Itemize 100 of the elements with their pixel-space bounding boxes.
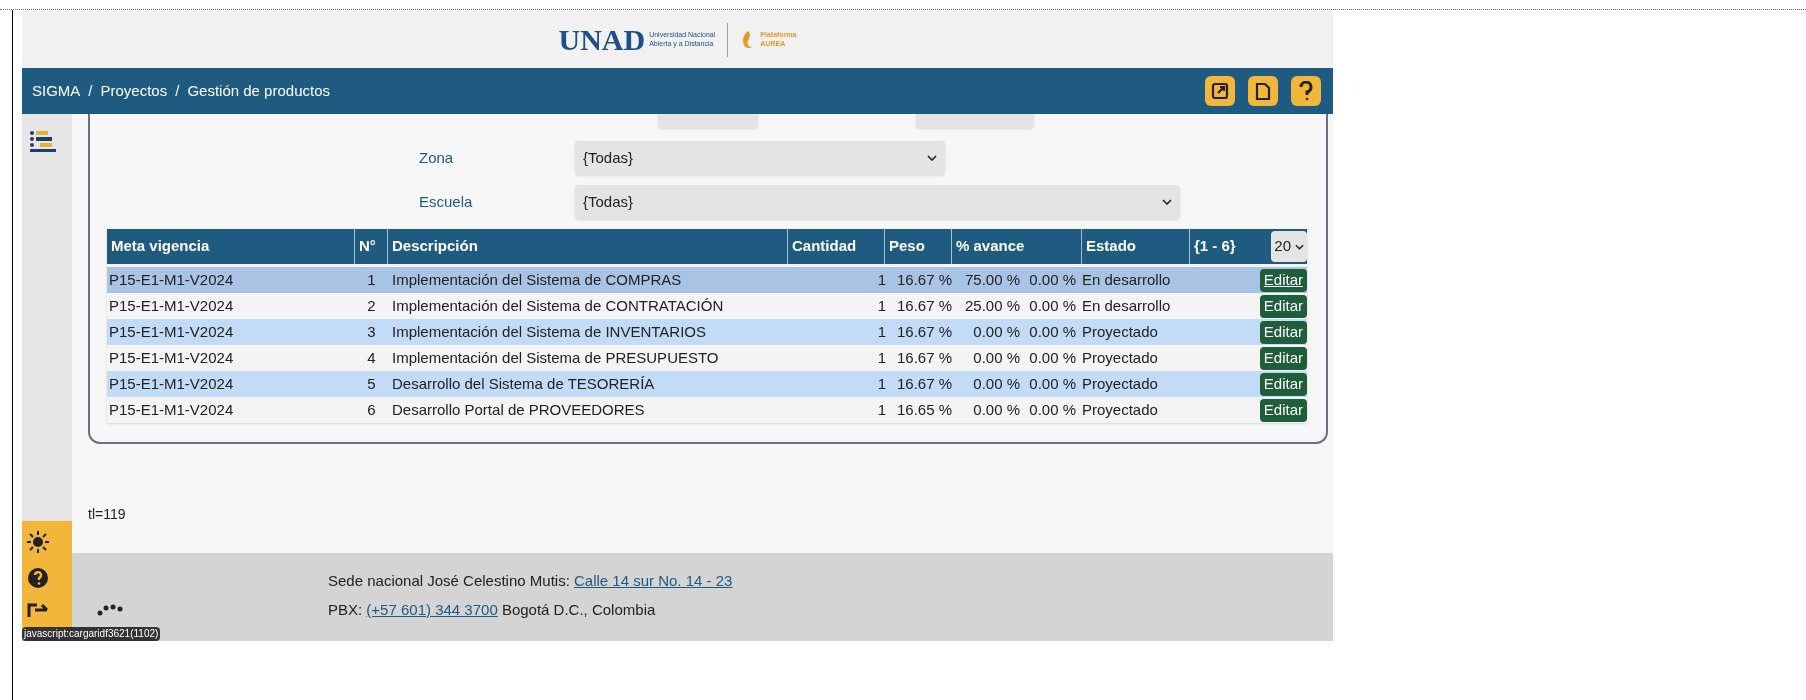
table-cell-text: Implementación del Sistema de COMPRAS <box>391 269 683 290</box>
table-cell-text: 0.00 % <box>1028 269 1076 290</box>
column-header: Cantidad <box>788 229 885 264</box>
select-field[interactable]: {Todas} <box>575 141 945 175</box>
table-cell-text: 16.65 % <box>895 399 952 420</box>
column-header: Estado <box>1082 229 1190 264</box>
column-header: Descripción <box>388 229 788 264</box>
table-cell-text: Proyectado <box>1081 321 1159 342</box>
filter-label: Zona <box>418 147 455 168</box>
table-cell-text: Desarrollo Portal de PROVEEDORES <box>391 399 646 420</box>
select-field[interactable]: {Todas} <box>575 185 1180 219</box>
footer-link[interactable]: (+57 601) 344 3700 <box>366 600 498 618</box>
table-cell-text: P15-E1-M1-V2024 <box>108 295 235 316</box>
edit-button[interactable]: Editar <box>1259 346 1307 370</box>
column-header: % avance <box>952 229 1082 264</box>
edit-button[interactable]: Editar <box>1259 268 1307 292</box>
edit-button[interactable]: Editar <box>1259 294 1307 318</box>
column-header: Meta vigencia <box>107 229 355 264</box>
table-cell-text: En desarrollo <box>1081 295 1172 316</box>
document-button[interactable] <box>1248 76 1278 106</box>
table-cell-text: En desarrollo <box>1081 269 1172 290</box>
table-cell-text: Implementación del Sistema de PRESUPUESTO <box>391 347 720 368</box>
table-cell-text: Proyectado <box>1081 399 1159 420</box>
table-cell-text: 5 <box>366 373 377 394</box>
table-cell-text: 16.67 % <box>895 373 952 394</box>
table-cell-text: 1 <box>876 295 886 316</box>
breadcrumb-separator: / <box>175 80 180 101</box>
table-cell-text: 0.00 % <box>972 347 1020 368</box>
table-cell-text: Proyectado <box>1081 347 1159 368</box>
table-cell-text: 25.00 % <box>963 295 1020 316</box>
table-cell-text: P15-E1-M1-V2024 <box>108 399 235 420</box>
chevron-down-icon <box>1295 243 1304 250</box>
table-cell-text: Implementación del Sistema de CONTRATACIÓN <box>391 295 725 316</box>
status-tooltip: javascript:cargaridf3621(1102) <box>22 627 161 641</box>
page-size-select[interactable]: 20 <box>1271 231 1307 262</box>
table-cell-text: 0.00 % <box>972 399 1020 420</box>
select-field[interactable] <box>916 114 1034 128</box>
column-header: N° <box>355 229 388 264</box>
table-cell-text: 16.67 % <box>895 269 952 290</box>
footer-text: Sede nacional José Celestino Mutis: Calle 14 sur No. 14 - 23 <box>328 571 734 591</box>
table-cell-text: P15-E1-M1-V2024 <box>108 347 235 368</box>
exit-icon[interactable] <box>27 603 49 617</box>
table-cell-text: 0.00 % <box>1028 347 1076 368</box>
breadcrumb-separator: / <box>88 80 93 101</box>
document-icon <box>1255 81 1271 101</box>
table-cell-text: 0.00 % <box>972 321 1020 342</box>
table-row[interactable]: P15-E1-M1-V2024 3 Implementación del Sistema de INVENTARIOS 1 16.67 % 0.00 % 0.00 % Proyectado Editar <box>107 319 1307 345</box>
table-cell-text: 16.67 % <box>895 321 952 342</box>
select-field[interactable] <box>658 114 758 128</box>
table-cell-text: 4 <box>366 347 377 368</box>
edit-button[interactable]: Editar <box>1259 372 1307 396</box>
table-cell-text: Implementación del Sistema de INVENTARIOS <box>391 321 707 342</box>
help-button[interactable] <box>1291 76 1321 106</box>
filter-label: Escuela <box>418 191 474 212</box>
table-row[interactable]: P15-E1-M1-V2024 1 Implementación del Sistema de COMPRAS 1 16.67 % 75.00 % 0.00 % En desarrollo Editar <box>107 267 1307 293</box>
table-cell-text: 1 <box>876 269 886 290</box>
table-cell-text: 1 <box>876 321 886 342</box>
external-link-icon <box>1211 82 1229 100</box>
table-row[interactable]: P15-E1-M1-V2024 5 Desarrollo del Sistema de TESORERÍA 1 16.67 % 0.00 % 0.00 % Proyectado Editar <box>107 371 1307 397</box>
edit-button[interactable]: Editar <box>1259 320 1307 344</box>
footer-text: PBX: (+57 601) 344 3700 Bogotá D.C., Colombia <box>328 599 657 620</box>
external-link-button[interactable] <box>1205 76 1235 106</box>
column-header: Peso <box>885 229 952 264</box>
sun-icon[interactable] <box>27 531 49 553</box>
table-cell-text: P15-E1-M1-V2024 <box>108 373 235 394</box>
list-menu-icon[interactable] <box>30 130 56 152</box>
edit-button[interactable]: Editar <box>1259 398 1307 422</box>
table-cell-text: P15-E1-M1-V2024 <box>108 269 235 290</box>
table-cell-text: 0.00 % <box>1028 295 1076 316</box>
table-cell-text: Proyectado <box>1081 373 1159 394</box>
table-cell-text: 0.00 % <box>1028 373 1076 394</box>
table-row[interactable]: P15-E1-M1-V2024 4 Implementación del Sistema de PRESUPUESTO 1 16.67 % 0.00 % 0.00 % Proyectado Editar <box>107 345 1307 371</box>
table-cell-text: 75.00 % <box>963 269 1020 290</box>
table-cell-text: Desarrollo del Sistema de TESORERÍA <box>391 373 656 394</box>
table-cell-text: 1 <box>366 269 377 290</box>
table-cell-text: 0.00 % <box>972 373 1020 394</box>
table-row[interactable]: P15-E1-M1-V2024 2 Implementación del Sistema de CONTRATACIÓN 1 16.67 % 25.00 % 0.00 % En desarrollo Editar <box>107 293 1307 319</box>
table-cell-text: 6 <box>366 399 377 420</box>
breadcrumb-link[interactable]: SIGMA <box>32 79 81 103</box>
help-icon[interactable] <box>27 567 49 589</box>
table-row[interactable]: P15-E1-M1-V2024 6 Desarrollo Portal de PROVEEDORES 1 16.65 % 0.00 % 0.00 % Proyectado Editar <box>107 397 1307 423</box>
table-cell-text: 0.00 % <box>1028 399 1076 420</box>
table-cell-text: 3 <box>366 321 377 342</box>
table-cell-text: 16.67 % <box>895 347 952 368</box>
table-cell-text: 2 <box>366 295 377 316</box>
table-cell-text: 0.00 % <box>1028 321 1076 342</box>
footer-link[interactable]: Calle 14 sur No. 14 - 23 <box>574 572 733 589</box>
chevron-down-icon <box>927 155 937 161</box>
table-cell-text: 1 <box>876 373 886 394</box>
question-icon <box>1299 81 1313 101</box>
breadcrumb-link[interactable]: Gestión de productos <box>187 79 330 103</box>
chevron-down-icon <box>1162 199 1172 205</box>
table-cell-text: 1 <box>876 399 886 420</box>
logo-text: UNAD <box>558 24 646 55</box>
table-cell-text: 1 <box>876 347 886 368</box>
debug-text: tl=119 <box>88 505 127 524</box>
range-label: {1 - 6} <box>1194 236 1236 257</box>
breadcrumb-link[interactable]: Proyectos <box>100 79 168 103</box>
table-cell-text: P15-E1-M1-V2024 <box>108 321 235 342</box>
table-cell-text: 16.67 % <box>895 295 952 316</box>
